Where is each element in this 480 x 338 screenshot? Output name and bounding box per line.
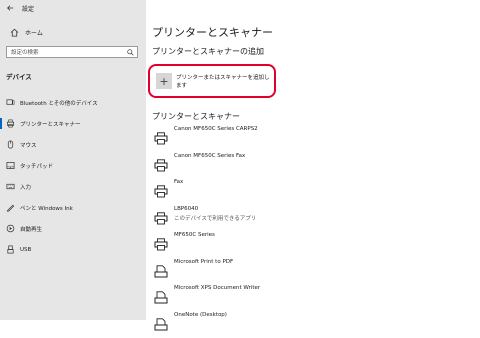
mouse-icon [6, 140, 15, 149]
list-item[interactable]: Canon MF650C Series CARPS2 [152, 126, 472, 153]
main-panel: プリンターとスキャナー プリンターとスキャナーの追加 + プリンターまたはスキャ… [146, 0, 480, 320]
device-name: MF650C Series [174, 232, 215, 238]
keyboard-icon [6, 182, 15, 191]
printer-icon [6, 119, 15, 128]
section-title: デバイス [6, 71, 32, 81]
sidebar-item-label: Bluetooth とその他のデバイス [20, 99, 98, 107]
printer-icon [154, 212, 168, 225]
device-name: LBP6040 [174, 206, 198, 212]
sidebar-item-pen[interactable]: ペンと Windows Ink [0, 197, 146, 218]
device-name: Canon MF650C Series CARPS2 [174, 126, 258, 132]
back-arrow-icon[interactable] [6, 4, 14, 12]
sidebar-item-bluetooth[interactable]: Bluetooth とその他のデバイス [0, 92, 146, 113]
home-icon [10, 28, 19, 37]
device-name: Fax [174, 179, 183, 185]
sidebar-item-label: プリンターとスキャナー [20, 120, 81, 128]
device-name: Microsoft XPS Document Writer [174, 285, 260, 291]
search-icon [127, 49, 134, 56]
sidebar-item-label: 自動再生 [20, 225, 42, 233]
list-item[interactable]: LBP6040 このデバイスで利用できるアプリ [152, 206, 472, 233]
sidebar-item-label: 入力 [20, 183, 31, 191]
device-name: Canon MF650C Series Fax [174, 153, 245, 159]
add-printer-highlight: + プリンターまたはスキャナーを追加します [148, 64, 276, 98]
sidebar-item-mouse[interactable]: マウス [0, 134, 146, 155]
list-item[interactable]: Microsoft Print to PDF [152, 259, 472, 286]
document-printer-icon [154, 291, 168, 304]
add-printer-label[interactable]: プリンターまたはスキャナーを追加します [176, 73, 274, 89]
list-item[interactable]: Canon MF650C Series Fax [152, 153, 472, 180]
bluetooth-icon [6, 98, 15, 107]
sidebar-item-touchpad[interactable]: タッチパッド [0, 155, 146, 176]
sidebar-item-printers[interactable]: プリンターとスキャナー [0, 113, 146, 134]
plus-icon: + [159, 76, 168, 87]
printer-icon [154, 132, 168, 145]
sidebar-item-label: マウス [20, 141, 37, 149]
list-item[interactable]: Microsoft XPS Document Writer [152, 285, 472, 312]
touchpad-icon [6, 161, 15, 170]
nav-list: Bluetooth とその他のデバイス プリンターとスキャナー マウス タッチパ… [0, 92, 146, 260]
list-item[interactable]: MF650C Series [152, 232, 472, 259]
pen-icon [6, 203, 15, 212]
document-printer-icon [154, 265, 168, 278]
list-item[interactable]: OneNote (Desktop) [152, 312, 472, 338]
search-input[interactable]: 設定の検索 [6, 46, 138, 58]
window-title: 設定 [22, 4, 34, 13]
usb-icon [6, 245, 15, 254]
home-link[interactable]: ホーム [10, 28, 43, 37]
device-name: Microsoft Print to PDF [174, 259, 233, 265]
printer-icon [154, 159, 168, 172]
device-subtitle: このデバイスで利用できるアプリ [174, 214, 256, 222]
device-list: Canon MF650C Series CARPS2 Canon MF650C … [152, 126, 472, 338]
sidebar-item-label: USB [20, 247, 31, 253]
document-printer-icon [154, 318, 168, 331]
printer-icon [154, 185, 168, 198]
sidebar: 設定 ホーム 設定の検索 デバイス Bluetooth とその他のデバイス [0, 0, 146, 320]
autoplay-icon [6, 224, 15, 233]
device-name: OneNote (Desktop) [174, 312, 227, 318]
sidebar-item-label: ペンと Windows Ink [20, 204, 73, 212]
add-printer-button[interactable]: + [156, 73, 172, 89]
sidebar-item-autoplay[interactable]: 自動再生 [0, 218, 146, 239]
sidebar-item-input[interactable]: 入力 [0, 176, 146, 197]
home-label: ホーム [25, 28, 43, 37]
sidebar-item-usb[interactable]: USB [0, 239, 146, 260]
title-bar: 設定 [6, 3, 34, 13]
add-section-title: プリンターとスキャナーの追加 [152, 46, 264, 57]
sidebar-item-label: タッチパッド [20, 162, 53, 170]
printer-icon [154, 238, 168, 251]
list-item[interactable]: Fax [152, 179, 472, 206]
list-section-title: プリンターとスキャナー [152, 111, 240, 122]
search-placeholder: 設定の検索 [11, 48, 39, 56]
page-title: プリンターとスキャナー [152, 24, 273, 40]
